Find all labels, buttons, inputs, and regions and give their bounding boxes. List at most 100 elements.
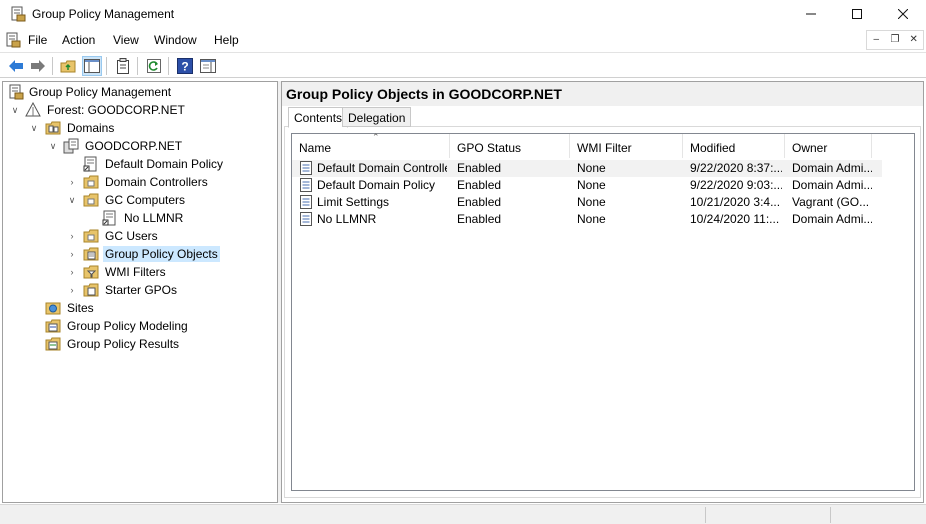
domains-icon <box>45 121 61 135</box>
title-bar: Group Policy Management <box>0 0 926 28</box>
menu-view[interactable]: View <box>113 33 139 47</box>
gpo-name: Default Domain Controller... <box>317 161 447 175</box>
chevron-right-icon[interactable]: › <box>66 230 78 242</box>
chevron-right-icon[interactable]: › <box>66 176 78 188</box>
starter-gpo-folder-icon <box>83 283 99 297</box>
tree-label: Domains <box>67 121 115 135</box>
menu-bar: File Action View Window Help <box>0 28 926 52</box>
gpo-name: No LLMNR <box>317 212 377 226</box>
modified-date: 10/24/2020 11:... <box>690 212 780 226</box>
chevron-right-icon[interactable]: › <box>66 248 78 260</box>
console-tree: Group Policy Management ∨ Forest: GOODCO… <box>2 81 278 503</box>
tree-item-domains[interactable]: ∨ Domains <box>3 119 273 137</box>
properties-button[interactable] <box>113 56 133 76</box>
maximize-button[interactable] <box>834 0 880 28</box>
modified-date: 10/21/2020 3:4... <box>690 195 781 209</box>
column-header-gpo-status[interactable]: GPO Status <box>450 134 570 158</box>
gpo-icon <box>300 161 312 175</box>
tree-item-gpmc[interactable]: Group Policy Management <box>3 83 273 101</box>
refresh-button[interactable] <box>144 56 164 76</box>
ou-folder-icon <box>83 175 99 189</box>
tree-item-domain-controllers[interactable]: › Domain Controllers <box>3 173 273 191</box>
mdi-window-controls: – ❐ ✕ <box>866 30 924 50</box>
mdi-restore-icon[interactable]: ❐ <box>886 31 905 49</box>
wmi-filter-folder-icon <box>83 265 99 279</box>
tree-item-wmi-filters[interactable]: › WMI Filters <box>3 263 273 281</box>
table-row[interactable]: Default Domain Controller... Enabled Non… <box>292 160 882 177</box>
column-header-wmi-filter[interactable]: WMI Filter <box>570 134 683 158</box>
chevron-down-icon[interactable]: ∨ <box>28 122 40 134</box>
tree-label: No LLMNR <box>124 211 184 225</box>
window-title: Group Policy Management <box>32 7 175 21</box>
back-button[interactable] <box>6 56 26 76</box>
mdi-close-icon[interactable]: ✕ <box>904 31 923 49</box>
tree-label: Sites <box>67 301 94 315</box>
tree-item-modeling[interactable]: Group Policy Modeling <box>3 317 273 335</box>
gpo-status: Enabled <box>457 212 502 226</box>
table-row[interactable]: Default Domain Policy Enabled None 9/22/… <box>292 177 882 194</box>
tree-label: Domain Controllers <box>105 175 208 189</box>
tree-label: Group Policy Management <box>29 85 172 99</box>
chevron-down-icon[interactable]: ∨ <box>66 194 78 206</box>
tree-item-starter-gpos[interactable]: › Starter GPOs <box>3 281 273 299</box>
help-button[interactable]: ? <box>175 56 195 76</box>
tree-label: GOODCORP.NET <box>85 139 183 153</box>
tree-label: Starter GPOs <box>105 283 178 297</box>
mdi-minimize-icon[interactable]: – <box>867 31 886 49</box>
tree-label: Group Policy Objects <box>103 246 220 262</box>
close-icon <box>898 9 908 19</box>
forward-button[interactable] <box>28 56 48 76</box>
up-folder-icon <box>60 60 76 73</box>
chevron-down-icon[interactable]: ∨ <box>9 104 21 116</box>
column-header-name[interactable]: ⌃ Name <box>292 132 450 158</box>
menu-file[interactable]: File <box>28 33 47 47</box>
show-hide-tree-icon <box>84 59 100 73</box>
forest-icon <box>25 102 41 117</box>
table-row[interactable]: No LLMNR Enabled None 10/24/2020 11:... … <box>292 211 882 228</box>
modeling-icon <box>45 319 61 333</box>
tab-delegation[interactable]: Delegation <box>342 107 412 127</box>
tree-item-default-domain-policy[interactable]: Default Domain Policy <box>3 155 273 173</box>
page-title: Group Policy Objects in GOODCORP.NET <box>286 86 562 102</box>
show-action-pane-button[interactable] <box>198 56 218 76</box>
owner: Domain Admi... <box>792 178 872 192</box>
tree-label: Default Domain Policy <box>105 157 224 171</box>
show-hide-tree-button[interactable] <box>82 56 102 76</box>
menu-window[interactable]: Window <box>154 33 197 47</box>
chevron-down-icon[interactable]: ∨ <box>47 140 59 152</box>
sites-icon <box>45 302 61 315</box>
status-bar <box>0 504 926 524</box>
tree-item-gc-computers[interactable]: ∨ GC Computers <box>3 191 273 209</box>
close-button[interactable] <box>880 0 926 28</box>
sort-ascending-icon: ⌃ <box>372 132 380 142</box>
console-document-icon[interactable] <box>5 32 21 48</box>
table-row[interactable]: Limit Settings Enabled None 10/21/2020 3… <box>292 194 882 211</box>
minimize-button[interactable] <box>788 0 834 28</box>
tree-label: Forest: GOODCORP.NET <box>47 103 185 117</box>
results-icon <box>45 337 61 351</box>
toolbar: ? <box>0 52 926 78</box>
chevron-right-icon[interactable]: › <box>66 284 78 296</box>
ou-folder-icon <box>83 193 99 207</box>
tree-label: GC Computers <box>105 193 186 207</box>
refresh-icon <box>147 59 161 73</box>
tree-item-domain[interactable]: ∨ GOODCORP.NET <box>3 137 273 155</box>
column-header-owner[interactable]: Owner <box>785 134 872 158</box>
menu-action[interactable]: Action <box>62 33 95 47</box>
details-pane: Group Policy Objects in GOODCORP.NET ⌃ N… <box>281 81 924 503</box>
up-one-level-button[interactable] <box>58 56 78 76</box>
wmi-filter: None <box>577 161 606 175</box>
tree-label: Group Policy Results <box>67 337 180 351</box>
tab-contents[interactable]: Contents <box>288 107 349 128</box>
column-header-modified[interactable]: Modified <box>683 134 785 158</box>
tree-item-no-llmnr[interactable]: No LLMNR <box>3 209 273 227</box>
chevron-right-icon[interactable]: › <box>66 266 78 278</box>
show-action-pane-icon <box>200 59 216 73</box>
tree-item-group-policy-objects[interactable]: › Group Policy Objects <box>3 245 273 263</box>
tree-item-sites[interactable]: Sites <box>3 299 273 317</box>
tree-item-gc-users[interactable]: › GC Users <box>3 227 273 245</box>
tree-label: Group Policy Modeling <box>67 319 188 333</box>
menu-help[interactable]: Help <box>214 33 239 47</box>
tree-item-results[interactable]: Group Policy Results <box>3 335 273 353</box>
tree-item-forest[interactable]: ∨ Forest: GOODCORP.NET <box>3 101 273 119</box>
